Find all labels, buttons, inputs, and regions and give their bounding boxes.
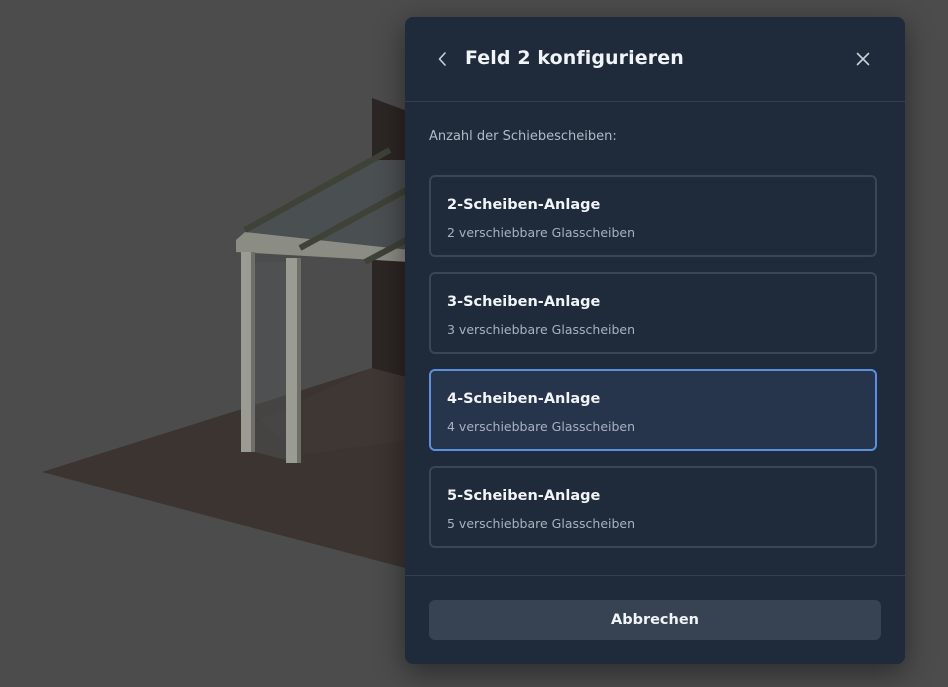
dialog-footer: Abbrechen (405, 575, 905, 664)
option-title: 5-Scheiben-Anlage (447, 488, 601, 504)
chevron-left-icon[interactable] (433, 49, 453, 69)
section-label: Anzahl der Schiebescheiben: (429, 129, 617, 144)
option-subtitle: 3 verschiebbare Glasscheiben (447, 322, 636, 337)
close-icon[interactable] (853, 49, 873, 69)
option-subtitle: 5 verschiebbare Glasscheiben (447, 516, 636, 531)
option-title: 2-Scheiben-Anlage (447, 197, 601, 213)
option-title: 3-Scheiben-Anlage (447, 294, 601, 310)
option-title: 4-Scheiben-Anlage (447, 391, 601, 407)
cancel-button[interactable]: Abbrechen (429, 600, 881, 640)
post-edge (297, 258, 301, 463)
dialog-header: Feld 2 konfigurieren (405, 17, 905, 102)
option-subtitle: 2 verschiebbare Glasscheiben (447, 225, 636, 240)
option-2-panes[interactable]: 2-Scheiben-Anlage 2 verschiebbare Glassc… (429, 175, 877, 257)
option-subtitle: 4 verschiebbare Glasscheiben (447, 419, 636, 434)
post (286, 258, 297, 463)
option-5-panes[interactable]: 5-Scheiben-Anlage 5 verschiebbare Glassc… (429, 466, 877, 548)
configure-field-dialog: Feld 2 konfigurieren Anzahl der Schiebes… (405, 17, 905, 664)
dialog-title: Feld 2 konfigurieren (465, 47, 684, 69)
option-3-panes[interactable]: 3-Scheiben-Anlage 3 verschiebbare Glassc… (429, 272, 877, 354)
post (241, 252, 251, 452)
side-glass (255, 262, 286, 460)
post-edge (251, 252, 255, 452)
option-4-panes[interactable]: 4-Scheiben-Anlage 4 verschiebbare Glassc… (429, 369, 877, 451)
